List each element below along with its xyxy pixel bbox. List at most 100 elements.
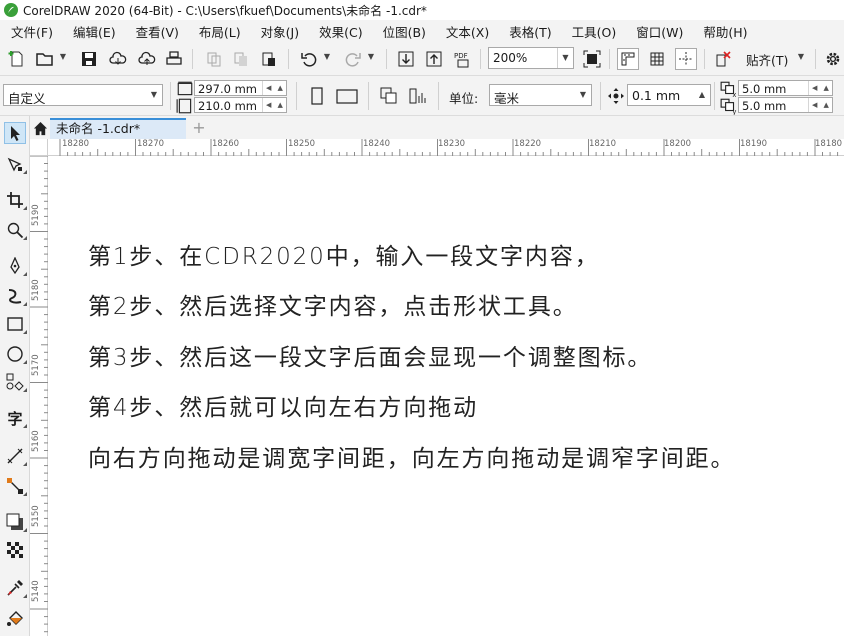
- ruler-label: 18260: [212, 139, 240, 149]
- print-icon[interactable]: [163, 48, 185, 70]
- show-rulers-icon[interactable]: [617, 48, 639, 70]
- welcome-home-icon[interactable]: [30, 118, 50, 138]
- menu-view[interactable]: 查看(V): [125, 22, 188, 41]
- menu-object[interactable]: 对象(J): [250, 22, 308, 41]
- redo-dropdown-icon[interactable]: ▼: [366, 52, 376, 64]
- landscape-icon[interactable]: [336, 87, 358, 105]
- chevron-down-icon[interactable]: ▼: [557, 48, 573, 68]
- cloud-upload-icon[interactable]: [136, 48, 158, 70]
- zoom-level-select[interactable]: 200% ▼: [488, 47, 574, 69]
- paste-icon[interactable]: [258, 48, 280, 70]
- publish-pdf-button[interactable]: PDF: [452, 48, 474, 70]
- page-width-value: 297.0 mm: [198, 82, 257, 96]
- width-stepper[interactable]: ◀ ▲: [262, 81, 286, 95]
- rectangle-tool-icon[interactable]: [5, 314, 25, 334]
- ruler-label: 18190: [740, 139, 768, 149]
- menu-edit[interactable]: 编辑(E): [62, 22, 125, 41]
- page-size-select[interactable]: 自定义 ▼: [3, 84, 163, 106]
- menu-file[interactable]: 文件(F): [0, 22, 62, 41]
- parallel-dimension-tool-icon[interactable]: [5, 446, 25, 466]
- new-document-button[interactable]: [6, 48, 28, 70]
- color-eyedropper-tool-icon[interactable]: [5, 578, 25, 598]
- show-grid-icon[interactable]: [646, 48, 668, 70]
- copy-icon[interactable]: [230, 48, 252, 70]
- menu-effects[interactable]: 效果(C): [308, 22, 371, 41]
- import-icon[interactable]: [395, 48, 417, 70]
- artistic-text-line[interactable]: 第2步、然后选择文字内容，点击形状工具。: [88, 287, 578, 321]
- page-height-field[interactable]: 210.0 mm ◀ ▲: [194, 97, 287, 113]
- horizontal-ruler[interactable]: 18280 18270 18260 18250 18240 18230 1822…: [48, 139, 844, 156]
- nudge-distance-icon: [607, 87, 625, 105]
- full-screen-preview-icon[interactable]: [581, 48, 603, 70]
- export-icon[interactable]: [423, 48, 445, 70]
- zoom-tool-icon[interactable]: [5, 220, 25, 240]
- duplicate-x-icon: x: [720, 80, 736, 99]
- dup-x-stepper[interactable]: ◀ ▲: [808, 81, 832, 95]
- ellipse-tool-icon[interactable]: [5, 344, 25, 364]
- units-select[interactable]: 毫米 ▼: [489, 84, 592, 106]
- ruler-label: 5170: [31, 354, 41, 376]
- drawing-canvas[interactable]: 第1步、在CDR2020中，输入一段文字内容， 第2步、然后选择文字内容，点击形…: [49, 157, 844, 636]
- artistic-media-tool-icon[interactable]: [5, 286, 25, 306]
- menu-tools[interactable]: 工具(O): [561, 22, 626, 41]
- vertical-ruler[interactable]: 5190 5180 5170 5160 5150 5140: [30, 156, 48, 636]
- standard-toolbar: ▼ ▼ ▼ PDF 200% ▼ 贴齐(T) ▼: [0, 42, 844, 76]
- freehand-tool-icon[interactable]: [5, 256, 25, 276]
- save-icon[interactable]: [78, 48, 100, 70]
- menu-layout[interactable]: 布局(L): [188, 22, 250, 41]
- duplicate-x-field[interactable]: 5.0 mm ◀ ▲: [738, 80, 833, 96]
- artistic-text-line[interactable]: 向右方向拖动是调宽字间距，向左方向拖动是调窄字间距。: [88, 439, 735, 473]
- text-tool-label: 字: [7, 409, 23, 428]
- ruler-label: 5190: [31, 204, 41, 226]
- cloud-download-icon[interactable]: [107, 48, 129, 70]
- nudge-stepper[interactable]: ▲: [694, 85, 710, 105]
- polygon-tool-icon[interactable]: [5, 372, 25, 392]
- snap-off-icon[interactable]: [712, 48, 734, 70]
- ruler-origin[interactable]: [30, 139, 48, 156]
- nudge-distance-field[interactable]: 0.1 mm ▲: [627, 84, 711, 106]
- artistic-text-line[interactable]: 第4步、然后就可以向左右方向拖动: [88, 388, 478, 422]
- property-bar: 自定义 ▼ 297.0 mm ◀ ▲ 210.0 mm ◀ ▲ 单位: 毫米 ▼ 0…: [0, 76, 844, 116]
- drop-shadow-tool-icon[interactable]: [5, 512, 25, 532]
- undo-icon[interactable]: [298, 48, 320, 70]
- text-tool-icon[interactable]: 字: [5, 408, 25, 428]
- cut-icon[interactable]: [203, 48, 225, 70]
- menu-table[interactable]: 表格(T): [498, 22, 560, 41]
- title-bar: CorelDRAW 2020 (64-Bit) - C:\Users\fkuef…: [0, 0, 844, 20]
- options-gear-icon[interactable]: [822, 48, 844, 70]
- open-dropdown-icon[interactable]: ▼: [58, 52, 68, 64]
- redo-icon[interactable]: [342, 48, 364, 70]
- chevron-down-icon[interactable]: ▼: [575, 85, 591, 105]
- undo-dropdown-icon[interactable]: ▼: [322, 52, 332, 64]
- snap-dropdown-icon[interactable]: ▼: [796, 52, 806, 64]
- portrait-icon[interactable]: [308, 87, 326, 105]
- artistic-text-line[interactable]: 第3步、然后这一段文字后面会显现一个调整图标。: [88, 338, 652, 372]
- svg-text:y: y: [732, 108, 736, 115]
- page-width-field[interactable]: 297.0 mm ◀ ▲: [194, 80, 287, 96]
- menu-text[interactable]: 文本(X): [435, 22, 498, 41]
- current-page-icon[interactable]: [409, 87, 427, 105]
- interactive-fill-tool-icon[interactable]: [5, 608, 25, 628]
- transparency-tool-icon[interactable]: [5, 540, 25, 560]
- dup-y-stepper[interactable]: ◀ ▲: [808, 98, 832, 112]
- menu-help[interactable]: 帮助(H): [692, 22, 756, 41]
- crop-tool-icon[interactable]: [5, 190, 25, 210]
- page-width-icon: [176, 80, 193, 96]
- tab-document[interactable]: 未命名 -1.cdr*: [50, 118, 186, 139]
- pdf-label: PDF: [454, 52, 468, 60]
- show-guidelines-icon[interactable]: [675, 48, 697, 70]
- chevron-down-icon[interactable]: ▼: [146, 85, 162, 105]
- menu-bitmaps[interactable]: 位图(B): [372, 22, 435, 41]
- connector-tool-icon[interactable]: [5, 476, 25, 496]
- menu-window[interactable]: 窗口(W): [625, 22, 692, 41]
- all-pages-icon[interactable]: [380, 87, 398, 105]
- shape-tool-icon[interactable]: [5, 154, 25, 174]
- snap-to-menu[interactable]: 贴齐(T): [746, 50, 788, 69]
- ruler-label: 18240: [363, 139, 391, 149]
- artistic-text-line[interactable]: 第1步、在CDR2020中，输入一段文字内容，: [88, 237, 600, 271]
- height-stepper[interactable]: ◀ ▲: [262, 98, 286, 112]
- pick-tool-icon[interactable]: [4, 122, 26, 144]
- duplicate-y-field[interactable]: 5.0 mm ◀ ▲: [738, 97, 833, 113]
- new-tab-plus-icon[interactable]: +: [190, 118, 208, 138]
- open-folder-icon[interactable]: [34, 48, 56, 70]
